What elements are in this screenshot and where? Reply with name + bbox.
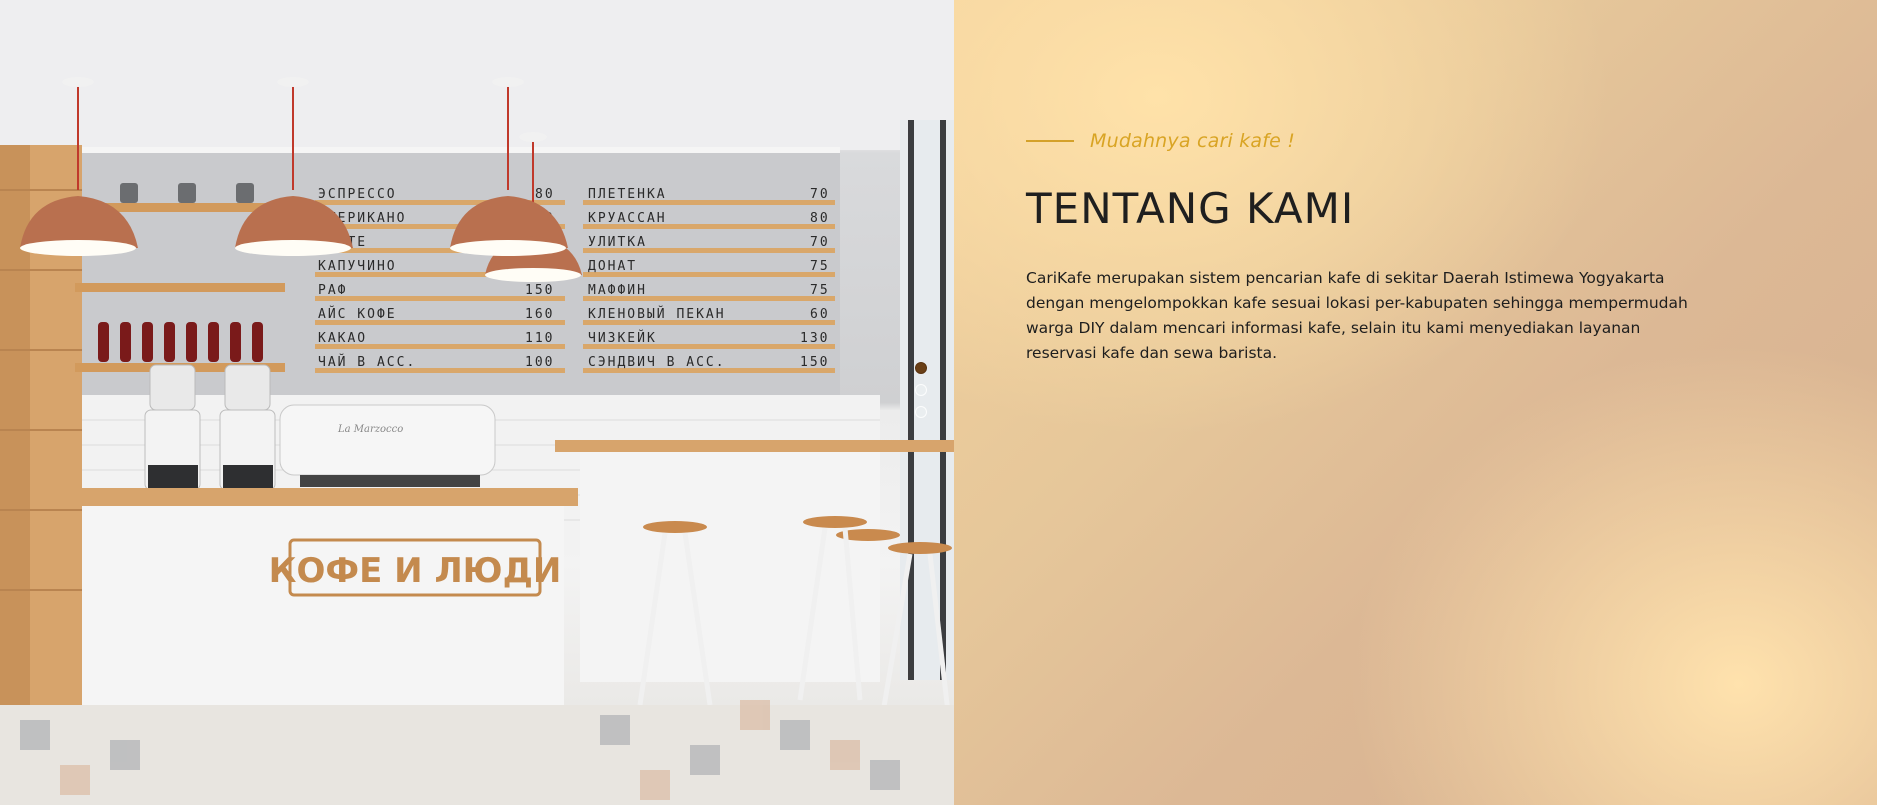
menu-left-item: РАФ bbox=[318, 283, 347, 298]
menu-right-item: КРУАССАН bbox=[588, 211, 667, 226]
menu-right-item: ЧИЗКЕЙК bbox=[588, 330, 657, 346]
menu-left-item: АЙС КОФЕ bbox=[318, 306, 397, 322]
menu-right-item: ПЛЕТЕНКА bbox=[588, 187, 667, 202]
menu-left-price: 100 bbox=[525, 355, 554, 370]
menu-right-price: 70 bbox=[810, 187, 830, 202]
menu-left-item: КАКАО bbox=[318, 331, 367, 346]
slider-dot-1[interactable] bbox=[915, 362, 927, 374]
menu-left-price: 80 bbox=[535, 187, 555, 202]
menu-right-item: ДОНАТ bbox=[588, 259, 637, 274]
slider-pagination bbox=[915, 362, 929, 428]
tagline-divider bbox=[1026, 140, 1074, 142]
menu-left-item: КАПУЧИНО bbox=[318, 259, 397, 274]
menu-right-item: МАФФИН bbox=[588, 283, 647, 298]
menu-right-price: 75 bbox=[810, 259, 830, 274]
cafe-photo: ЭСПРЕССО АМЕРИКАНО ЛАТТЕ КАПУЧИНО РАФ АЙ… bbox=[0, 0, 954, 805]
about-description: CariKafe merupakan sistem pencarian kafe… bbox=[1026, 269, 1688, 362]
menu-right-price: 150 bbox=[800, 355, 829, 370]
menu-left-price: 160 bbox=[525, 307, 554, 322]
menu-right-price: 75 bbox=[810, 283, 830, 298]
menu-right-price: 70 bbox=[810, 235, 830, 250]
about-content: Mudahnya cari kafe ! TENTANG KAMI CariKa… bbox=[954, 0, 1877, 805]
menu-right-price: 130 bbox=[800, 331, 829, 346]
menu-left-item: ЭСПРЕССО bbox=[318, 187, 397, 202]
tagline: Mudahnya cari kafe ! bbox=[1090, 130, 1296, 152]
counter-sign: КОФЕ И ЛЮДИ bbox=[269, 551, 562, 591]
menu-left-price: 150 bbox=[525, 283, 554, 298]
menu-right-item: УЛИТКА bbox=[588, 235, 647, 250]
cafe-illustration: ЭСПРЕССО АМЕРИКАНО ЛАТТЕ КАПУЧИНО РАФ АЙ… bbox=[0, 0, 954, 805]
machine-brand: La Marzocco bbox=[337, 424, 403, 435]
menu-right-price: 80 bbox=[810, 211, 830, 226]
menu-left-item: ЧАЙ В АСС. bbox=[318, 354, 416, 370]
menu-right-price: 60 bbox=[810, 307, 830, 322]
menu-right-item: КЛЕНОВЫЙ ПЕКАН bbox=[588, 306, 726, 322]
tagline-row: Mudahnya cari kafe ! bbox=[1026, 128, 1295, 154]
menu-right-item: СЭНДВИЧ В АСС. bbox=[588, 355, 726, 370]
about-section: ЭСПРЕССО АМЕРИКАНО ЛАТТЕ КАПУЧИНО РАФ АЙ… bbox=[0, 0, 1877, 805]
slider-dot-2[interactable] bbox=[915, 384, 927, 396]
slider-dot-3[interactable] bbox=[915, 406, 927, 418]
menu-left-price: 110 bbox=[525, 331, 554, 346]
section-title: TENTANG KAMI bbox=[1026, 184, 1355, 233]
